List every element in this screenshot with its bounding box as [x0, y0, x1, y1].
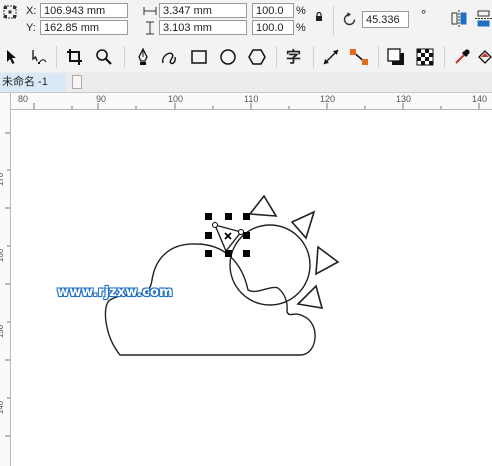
ellipse-tool-icon[interactable]: [219, 48, 237, 66]
interactive-fill-icon[interactable]: [477, 48, 492, 66]
eyedropper-icon[interactable]: [453, 48, 471, 66]
ruler-tick-label: 80: [18, 94, 29, 104]
shape-tool-icon[interactable]: [30, 48, 48, 66]
mirror-vertical-icon[interactable]: [475, 10, 492, 28]
scale-height-field[interactable]: 100.0: [252, 20, 294, 35]
ruler-tick-label: 110: [244, 94, 259, 104]
horizontal-ruler[interactable]: 80 90 100 110 120 130 140: [10, 93, 492, 110]
ruler-tick-label: 140: [472, 94, 488, 104]
rotate-icon: [343, 12, 356, 26]
transparency-icon[interactable]: [416, 48, 434, 66]
polygon-tool-icon[interactable]: [248, 48, 266, 66]
ruler-tick-label: 140: [0, 400, 6, 415]
width-icon: [143, 7, 157, 15]
node-point[interactable]: [238, 229, 244, 235]
center-marker: [224, 232, 232, 240]
percent-sign-h: %: [296, 22, 306, 34]
selected-triangle[interactable]: [213, 223, 243, 253]
scale-width-field[interactable]: 100.0: [252, 3, 294, 18]
parallel-dimension-icon[interactable]: [322, 48, 340, 66]
ruler-tick-label: 160: [0, 248, 6, 263]
ruler-tick-label: 150: [0, 324, 6, 339]
lock-icon[interactable]: [315, 12, 323, 22]
degree-sign: °: [421, 7, 427, 22]
document-tab[interactable]: 未命名 -1: [0, 73, 66, 92]
ruler-tick-label: 170: [0, 172, 6, 187]
x-label: X:: [26, 5, 37, 17]
width-field[interactable]: 3.347 mm: [159, 3, 247, 18]
node-point[interactable]: [212, 222, 218, 228]
rotation-field[interactable]: 45.336: [362, 11, 409, 28]
sun-ray-triangle[interactable]: [248, 194, 278, 217]
ruler-tick-label: 130: [396, 94, 412, 104]
ruler-tick-label: 90: [96, 94, 107, 104]
mirror-horizontal-icon[interactable]: [451, 10, 467, 28]
y-label: Y:: [26, 22, 36, 34]
x-position-field[interactable]: 106.943 mm: [40, 3, 128, 18]
rectangle-tool-icon[interactable]: [190, 48, 208, 66]
tab-close-button[interactable]: [72, 75, 82, 89]
text-tool-icon[interactable]: 字: [286, 48, 301, 66]
ruler-tick-label: 120: [320, 94, 336, 104]
sun-ray-triangle[interactable]: [315, 245, 340, 276]
vertical-ruler[interactable]: 170 160 150 140: [0, 93, 11, 466]
sun-circle[interactable]: [229, 224, 311, 306]
property-bar: X: 106.943 mm Y: 162.85 mm 3.347 mm 3.10…: [0, 0, 492, 43]
crop-tool-icon[interactable]: [66, 48, 83, 66]
toolbox: 字: [0, 42, 492, 73]
freehand-tool-icon[interactable]: [160, 48, 178, 66]
pick-tool-icon[interactable]: [6, 49, 18, 65]
object-origin-icon[interactable]: [3, 5, 17, 19]
pen-tool-icon[interactable]: [136, 48, 150, 66]
y-position-field[interactable]: 162.85 mm: [40, 20, 128, 35]
height-field[interactable]: 3.103 mm: [159, 20, 247, 35]
height-icon: [146, 21, 154, 35]
ruler-tick-label: 100: [168, 94, 184, 104]
connector-tool-icon[interactable]: [349, 48, 369, 66]
zoom-tool-icon[interactable]: [95, 48, 113, 66]
drop-shadow-icon[interactable]: [387, 48, 405, 66]
watermark: www.rjzxw.com: [57, 285, 173, 300]
percent-sign-w: %: [296, 5, 306, 17]
